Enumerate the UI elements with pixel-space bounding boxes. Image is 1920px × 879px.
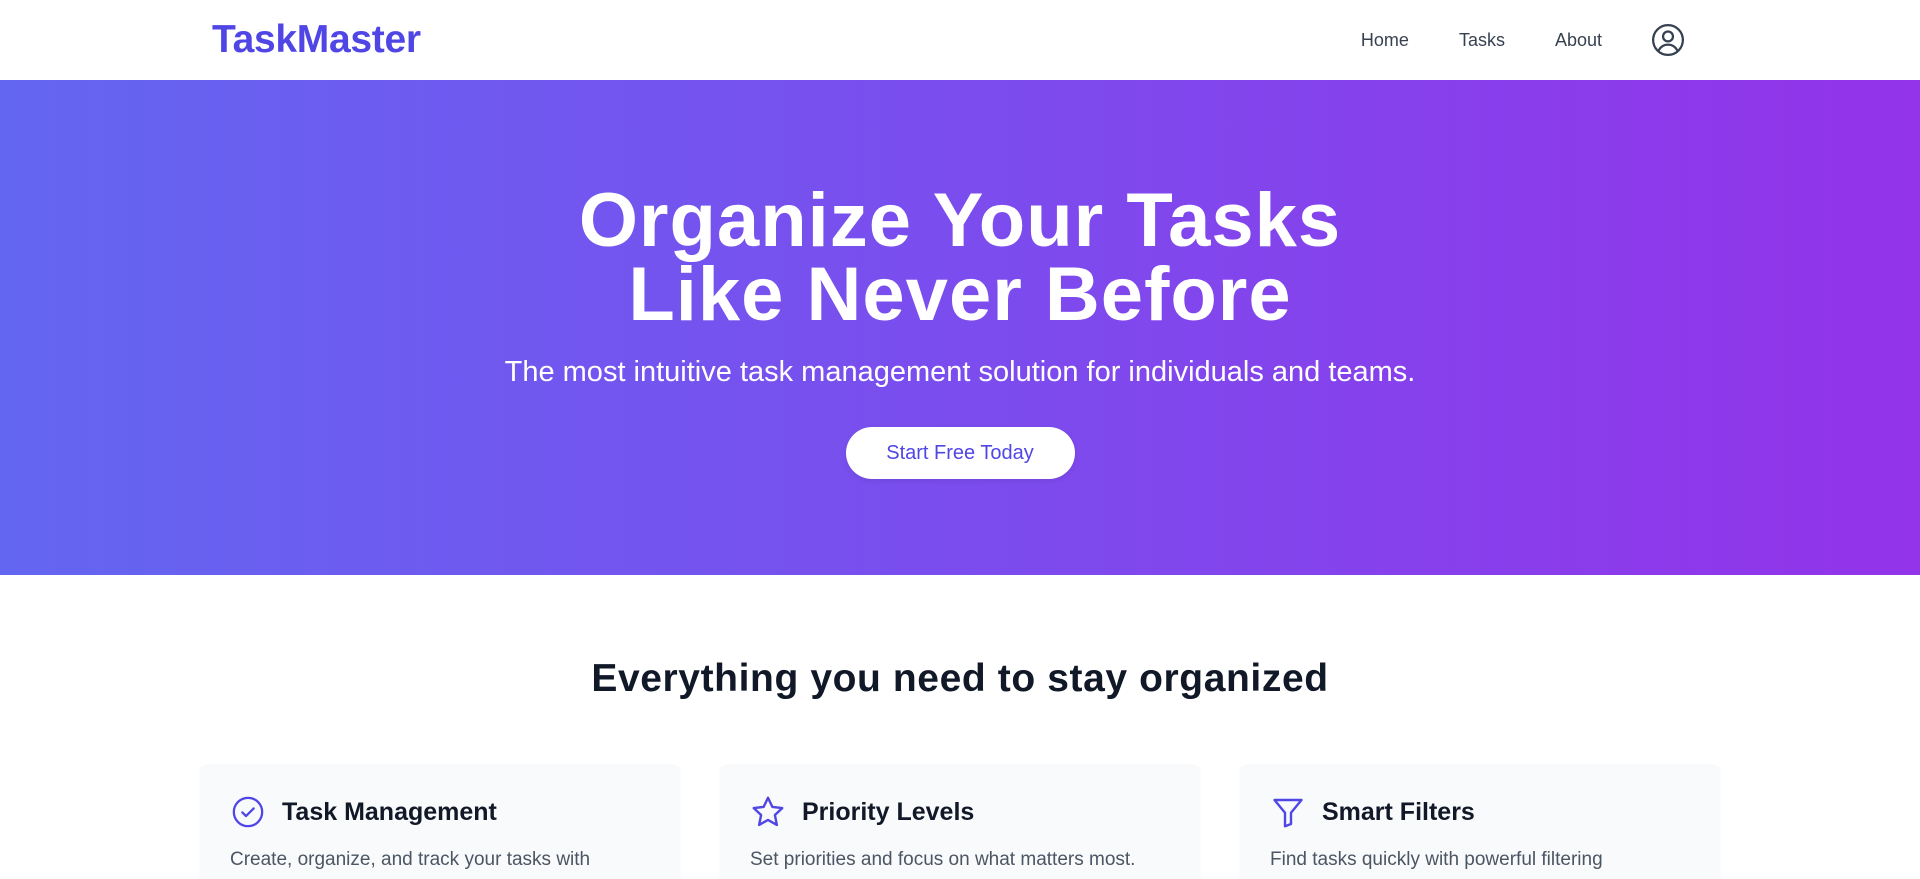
start-free-button[interactable]: Start Free Today — [845, 427, 1075, 479]
card-title: Smart Filters — [1322, 797, 1475, 826]
card-description: Create, organize, and track your tasks w… — [230, 849, 591, 870]
hero-title: Organize Your Tasks Like Never Before — [579, 183, 1341, 333]
site-header: TaskMaster Home Tasks About — [0, 0, 1920, 80]
card-header: Smart Filters — [1270, 794, 1690, 830]
star-icon — [750, 794, 786, 830]
main-nav: Home Tasks About — [1361, 0, 1708, 80]
card-title: Task Management — [282, 797, 497, 826]
hero-title-line2: Like Never Before — [628, 252, 1292, 337]
hero-title-line1: Organize Your Tasks — [578, 178, 1342, 263]
card-header: Task Management — [230, 794, 650, 830]
card-header: Priority Levels — [750, 794, 1170, 830]
card-description: Set priorities and focus on what matters… — [750, 849, 1136, 870]
nav-link-tasks[interactable]: Tasks — [1459, 30, 1505, 51]
feature-card-smart-filters: Smart Filters Find tasks quickly with po… — [1240, 764, 1720, 879]
profile-button[interactable] — [1650, 22, 1686, 58]
features-section: Everything you need to stay organized Ta… — [0, 655, 1920, 879]
card-description: Find tasks quickly with powerful filteri… — [1270, 849, 1603, 870]
card-title: Priority Levels — [802, 797, 975, 826]
feature-cards: Task Management Create, organize, and tr… — [200, 764, 1720, 879]
brand-logo[interactable]: TaskMaster — [212, 18, 421, 62]
nav-link-home[interactable]: Home — [1361, 30, 1409, 51]
features-title: Everything you need to stay organized — [591, 657, 1329, 700]
hero-section: Organize Your Tasks Like Never Before Th… — [0, 80, 1920, 575]
header-container: TaskMaster Home Tasks About — [212, 0, 1708, 80]
feature-card-task-management: Task Management Create, organize, and tr… — [200, 764, 680, 879]
user-circle-icon — [1651, 23, 1685, 57]
nav-link-about[interactable]: About — [1555, 30, 1602, 51]
feature-card-priority-levels: Priority Levels Set priorities and focus… — [720, 764, 1200, 879]
hero-subtitle: The most intuitive task management solut… — [504, 356, 1416, 388]
filter-icon — [1270, 794, 1306, 830]
check-circle-icon — [230, 794, 266, 830]
